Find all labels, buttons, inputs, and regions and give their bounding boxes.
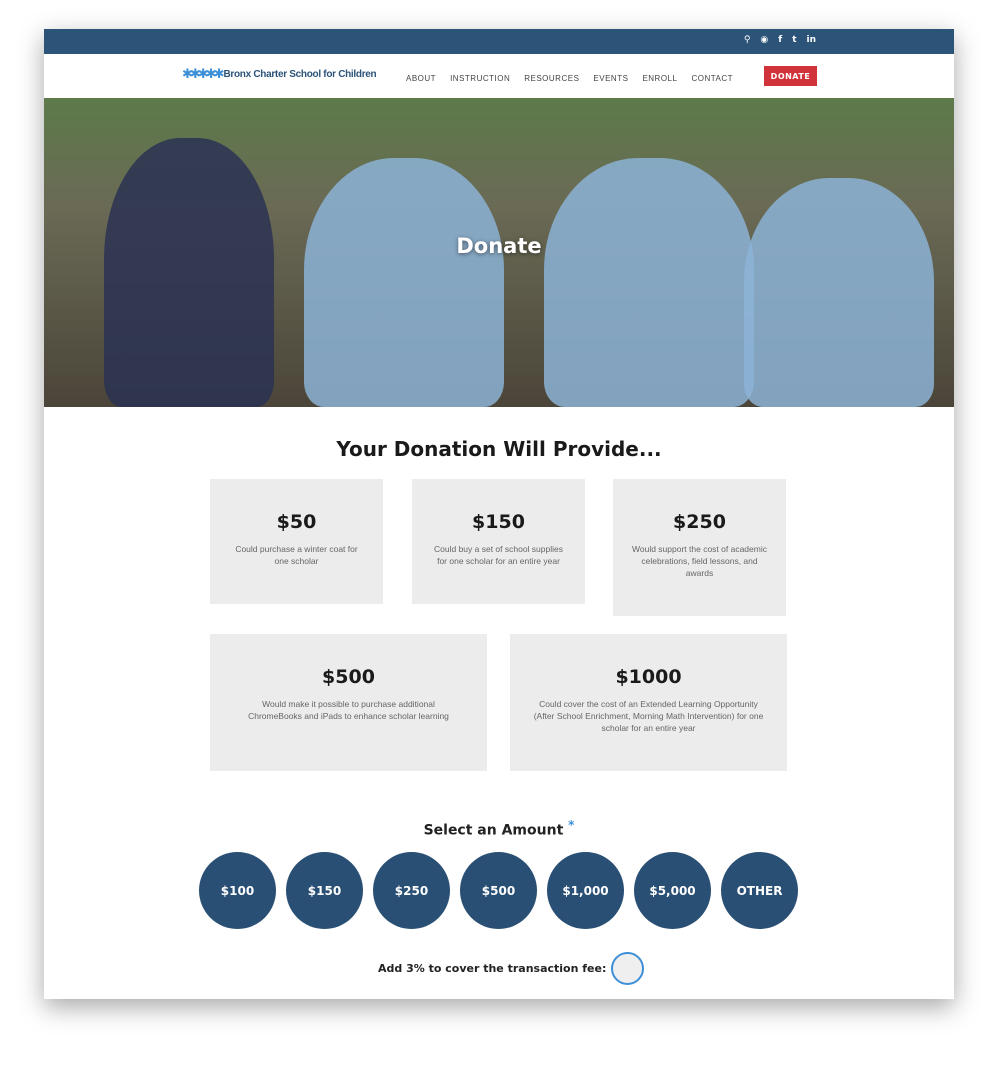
nav-events[interactable]: EVENTS xyxy=(593,74,628,83)
donation-card: $500 Would make it possible to purchase a… xyxy=(210,634,487,771)
nav-enroll[interactable]: ENROLL xyxy=(642,74,677,83)
logo-text: Bronx Charter School for Children xyxy=(223,69,377,80)
select-amount-text: Select an Amount xyxy=(423,822,564,839)
fee-label: Add 3% to cover the transaction fee: xyxy=(378,962,607,975)
card-amount: $150 xyxy=(472,511,525,533)
donate-button[interactable]: DONATE xyxy=(764,66,817,86)
amount-1000-button[interactable]: $1,000 xyxy=(547,852,624,929)
card-amount: $500 xyxy=(322,666,375,688)
hero-title: Donate xyxy=(456,234,542,258)
select-amount-label: Select an Amount * xyxy=(44,818,954,839)
card-amount: $250 xyxy=(673,511,726,533)
donation-card: $150 Could buy a set of school supplies f… xyxy=(412,479,585,604)
nav-instruction[interactable]: INSTRUCTION xyxy=(450,74,510,83)
linkedin-icon[interactable]: in xyxy=(807,35,817,45)
amount-options: $100 $150 $250 $500 $1,000 $5,000 OTHER xyxy=(199,852,798,929)
search-icon[interactable]: ⚲ xyxy=(744,35,751,45)
nav-contact[interactable]: CONTACT xyxy=(691,74,733,83)
fee-checkbox[interactable] xyxy=(611,952,645,985)
instagram-icon[interactable]: ◉ xyxy=(760,35,768,45)
facebook-icon[interactable]: f xyxy=(778,35,782,45)
provide-heading: Your Donation Will Provide... xyxy=(336,437,662,461)
amount-500-button[interactable]: $500 xyxy=(460,852,537,929)
main-nav: ABOUT INSTRUCTION RESOURCES EVENTS ENROL… xyxy=(406,74,733,83)
amount-5000-button[interactable]: $5,000 xyxy=(634,852,711,929)
logo[interactable]: ✱✱✱✱✱ Bronx Charter School for Children xyxy=(182,67,377,82)
nav-about[interactable]: ABOUT xyxy=(406,74,436,83)
card-description: Could purchase a winter coat for one sch… xyxy=(235,544,358,566)
donation-card: $1000 Could cover the cost of an Extended… xyxy=(510,634,787,771)
amount-150-button[interactable]: $150 xyxy=(286,852,363,929)
logo-figures-icon: ✱✱✱✱✱ xyxy=(182,67,225,82)
site-header: ✱✱✱✱✱ Bronx Charter School for Children … xyxy=(44,54,954,98)
card-amount: $50 xyxy=(276,511,317,533)
browser-page: ⚲ ◉ f t in ✱✱✱✱✱ Bronx Charter School fo… xyxy=(44,29,954,999)
amount-250-button[interactable]: $250 xyxy=(373,852,450,929)
amount-other-button[interactable]: OTHER xyxy=(721,852,798,929)
transaction-fee-row: Add 3% to cover the transaction fee: xyxy=(378,952,645,985)
card-amount: $1000 xyxy=(615,666,682,688)
card-description: Would make it possible to purchase addit… xyxy=(248,699,449,721)
amount-100-button[interactable]: $100 xyxy=(199,852,276,929)
card-description: Could cover the cost of an Extended Lear… xyxy=(533,699,764,733)
top-bar: ⚲ ◉ f t in xyxy=(44,29,954,54)
card-description: Could buy a set of school supplies for o… xyxy=(434,544,563,566)
donation-card: $50 Could purchase a winter coat for one … xyxy=(210,479,383,604)
required-asterisk: * xyxy=(568,818,575,832)
twitter-icon[interactable]: t xyxy=(792,35,796,45)
card-description: Would support the cost of academic celeb… xyxy=(632,544,767,578)
hero-image: Donate xyxy=(44,98,954,407)
nav-resources[interactable]: RESOURCES xyxy=(524,74,579,83)
donation-card: $250 Would support the cost of academic c… xyxy=(613,479,786,616)
